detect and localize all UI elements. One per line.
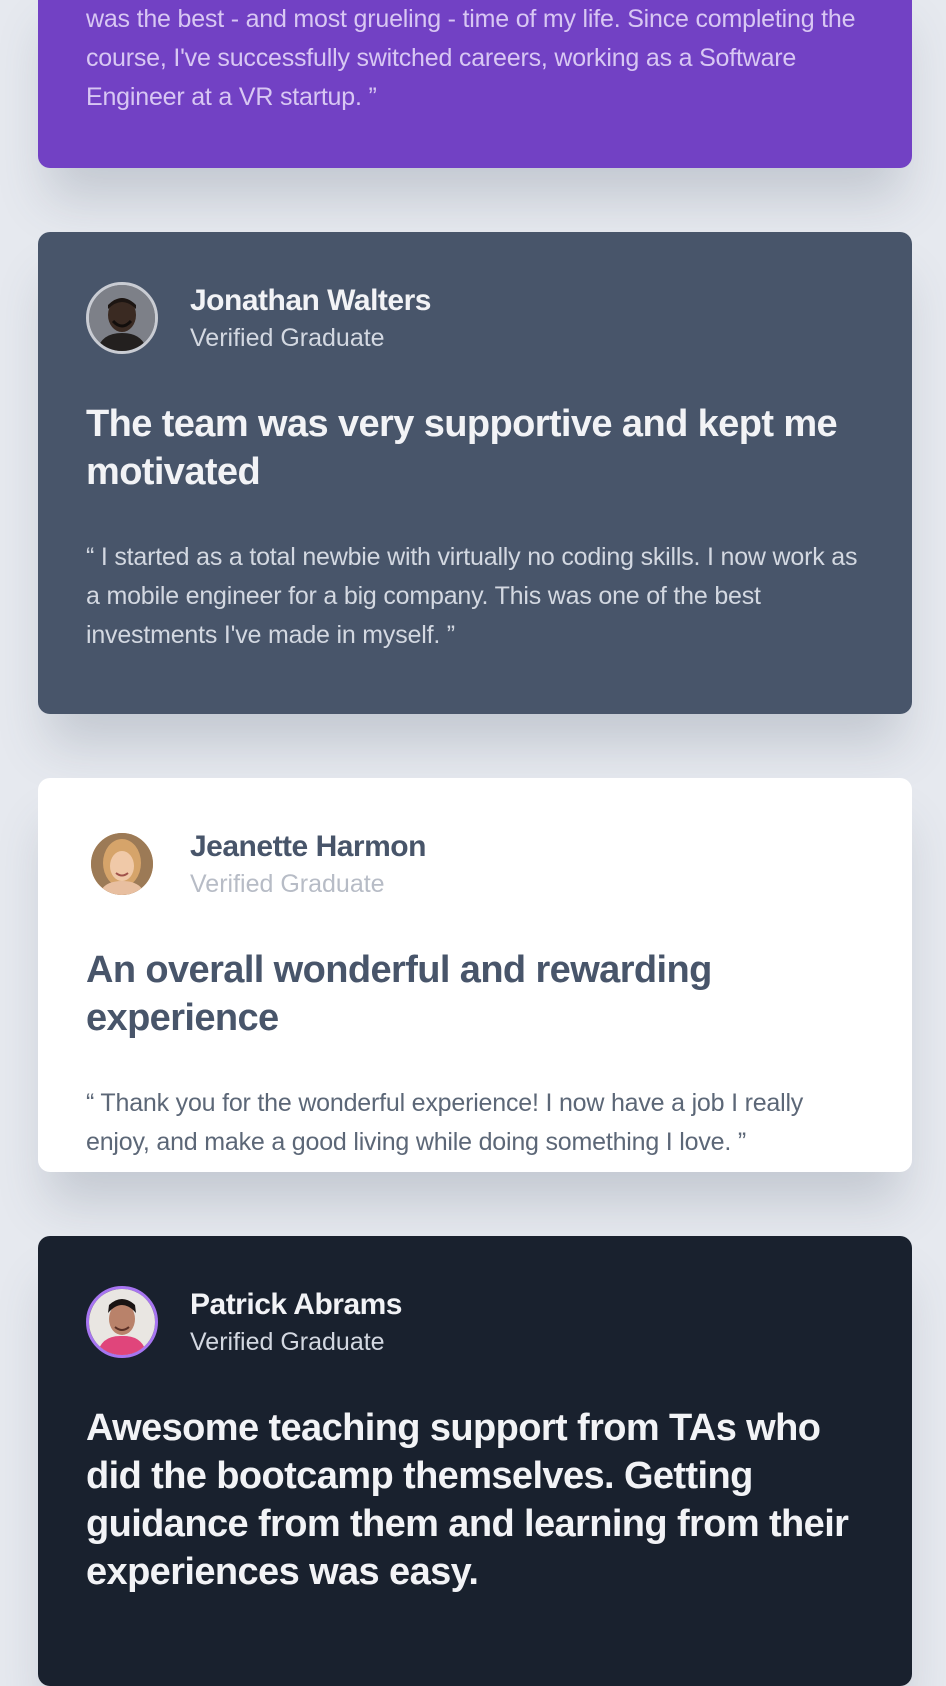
testimonial-headline: Awesome teaching support from TAs who di… xyxy=(86,1407,849,1593)
testimonial-role: Verified Graduate xyxy=(190,324,385,352)
avatar-jonathan-icon xyxy=(86,282,158,354)
testimonial-role: Verified Graduate xyxy=(190,1328,385,1356)
testimonial-quote: “ I started as a total newbie with virtu… xyxy=(86,543,858,649)
testimonial-header: Jonathan Walters Verified Graduate xyxy=(86,282,864,362)
testimonial-card-partial: was the best - and most grueling - time … xyxy=(38,0,912,168)
avatar-jeanette-icon xyxy=(86,828,158,900)
testimonial-quote: was the best - and most grueling - time … xyxy=(86,5,856,111)
testimonial-name: Patrick Abrams xyxy=(190,1288,403,1321)
testimonial-header: Patrick Abrams Verified Graduate xyxy=(86,1286,864,1366)
person-photo-icon xyxy=(89,285,155,351)
avatar-patrick-icon xyxy=(86,1286,158,1358)
testimonial-headline: An overall wonderful and rewarding exper… xyxy=(86,949,712,1039)
testimonial-card-jonathan: Jonathan Walters Verified Graduate The t… xyxy=(38,232,912,714)
person-photo-icon xyxy=(89,1289,155,1355)
person-photo-icon xyxy=(91,833,153,895)
testimonial-card-jeanette: Jeanette Harmon Verified Graduate An ove… xyxy=(38,778,912,1172)
testimonial-role: Verified Graduate xyxy=(190,870,385,898)
testimonial-header: Jeanette Harmon Verified Graduate xyxy=(86,828,864,908)
testimonial-name: Jonathan Walters xyxy=(190,284,431,317)
testimonial-name: Jeanette Harmon xyxy=(190,830,426,863)
testimonial-card-patrick: Patrick Abrams Verified Graduate Awesome… xyxy=(38,1236,912,1686)
testimonial-headline: The team was very supportive and kept me… xyxy=(86,403,838,493)
testimonial-quote: “ Thank you for the wonderful experience… xyxy=(86,1089,804,1156)
